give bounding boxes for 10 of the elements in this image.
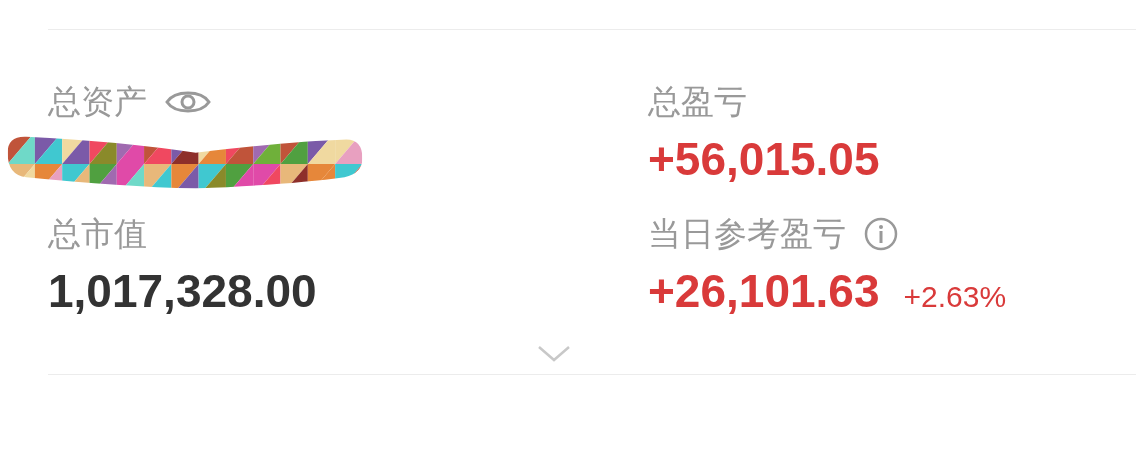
metric-label: 当日参考盈亏 bbox=[648, 212, 846, 255]
metric-value: +56,015.05 bbox=[648, 132, 880, 186]
chevron-down-icon[interactable] bbox=[537, 345, 571, 363]
metric-value: 1,017,328.00 bbox=[48, 264, 317, 318]
info-icon[interactable] bbox=[864, 217, 898, 251]
metric-label: 总盈亏 bbox=[648, 80, 747, 123]
metric-value: +26,101.63 bbox=[648, 264, 880, 318]
percent-change: +2.63% bbox=[903, 280, 1007, 314]
metric-label: 总资产 bbox=[48, 80, 147, 123]
metric-label: 总市值 bbox=[48, 212, 147, 255]
